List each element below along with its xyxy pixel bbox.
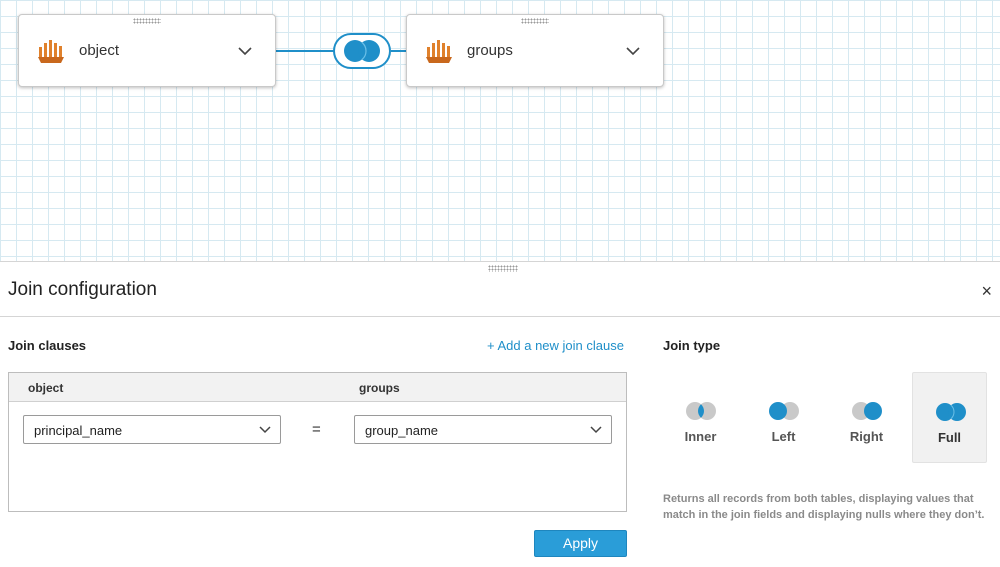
left-dataset-header: object bbox=[28, 381, 64, 395]
chevron-down-icon bbox=[590, 426, 602, 434]
join-type-heading: Join type bbox=[663, 338, 721, 353]
join-type-inner[interactable]: Inner bbox=[663, 372, 738, 463]
join-canvas: object groups bbox=[0, 0, 1000, 262]
join-configuration-panel: Join configuration × Join clauses + Add … bbox=[0, 262, 1000, 567]
join-type-label: Left bbox=[771, 429, 796, 444]
equals-operator: = bbox=[312, 421, 321, 438]
join-connector-right bbox=[391, 50, 407, 52]
close-icon[interactable]: × bbox=[981, 281, 992, 302]
venn-full-icon bbox=[344, 40, 380, 62]
join-clauses-table: object groups principal_name = group_nam… bbox=[8, 372, 627, 512]
dataset-name: object bbox=[79, 42, 120, 59]
join-type-label: Full bbox=[937, 430, 962, 445]
right-field-value: group_name bbox=[365, 423, 438, 438]
venn-full-icon bbox=[936, 403, 966, 421]
join-type-left[interactable]: Left bbox=[746, 372, 821, 463]
apply-button[interactable]: Apply bbox=[534, 530, 627, 557]
dataset-name: groups bbox=[467, 42, 513, 59]
divider bbox=[0, 316, 1000, 317]
chevron-down-icon[interactable] bbox=[237, 43, 253, 59]
dataset-icon bbox=[38, 39, 64, 63]
join-type-label: Inner bbox=[684, 429, 717, 444]
chevron-down-icon[interactable] bbox=[625, 43, 641, 59]
dataset-card-object[interactable]: object bbox=[18, 14, 276, 87]
join-type-full[interactable]: Full bbox=[912, 372, 987, 463]
join-type-description: Returns all records from both tables, di… bbox=[663, 493, 985, 521]
left-field-value: principal_name bbox=[34, 423, 123, 438]
join-node-full[interactable] bbox=[333, 33, 391, 69]
venn-right-icon bbox=[852, 402, 882, 420]
left-field-select[interactable]: principal_name bbox=[23, 415, 281, 444]
drag-handle-icon[interactable] bbox=[133, 18, 161, 24]
drag-handle-icon[interactable] bbox=[488, 265, 518, 272]
right-dataset-header: groups bbox=[359, 381, 400, 395]
join-type-label: Right bbox=[849, 429, 884, 444]
clause-header: object groups bbox=[9, 373, 626, 402]
right-field-select[interactable]: group_name bbox=[354, 415, 612, 444]
join-clauses-heading: Join clauses bbox=[8, 338, 87, 353]
join-connector-left bbox=[276, 50, 334, 52]
join-type-right[interactable]: Right bbox=[829, 372, 904, 463]
panel-title: Join configuration bbox=[8, 279, 157, 300]
dataset-icon bbox=[426, 39, 452, 63]
chevron-down-icon bbox=[259, 426, 271, 434]
dataset-card-groups[interactable]: groups bbox=[406, 14, 664, 87]
venn-left-icon bbox=[769, 402, 799, 420]
drag-handle-icon[interactable] bbox=[521, 18, 549, 24]
venn-inner-icon bbox=[686, 402, 716, 420]
add-join-clause-link[interactable]: + Add a new join clause bbox=[487, 338, 624, 353]
